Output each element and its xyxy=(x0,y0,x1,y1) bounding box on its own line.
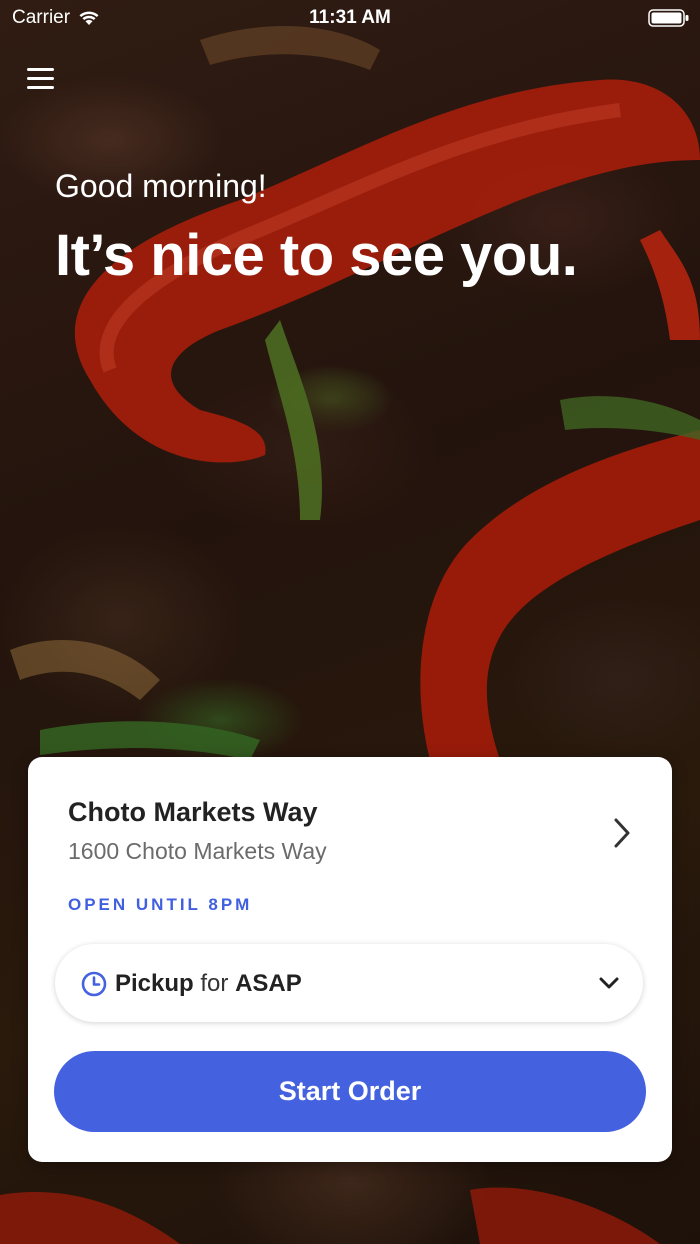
status-time: 11:31 AM xyxy=(309,7,391,28)
pickup-connector: for xyxy=(200,970,229,997)
status-bar: Carrier 11:31 AM xyxy=(0,0,700,36)
store-name: Choto Markets Way xyxy=(68,797,318,827)
greeting-text: Good morning! xyxy=(55,168,267,204)
store-address: 1600 Choto Markets Way xyxy=(68,838,327,864)
pickup-summary: Pickup for ASAP xyxy=(115,970,302,998)
start-order-button[interactable]: Start Order xyxy=(54,1051,646,1132)
hamburger-menu-icon[interactable] xyxy=(26,66,56,92)
welcome-headline: It’s nice to see you. xyxy=(55,223,578,288)
pickup-time: ASAP xyxy=(235,970,302,997)
store-selector[interactable]: Choto Markets Way 1600 Choto Markets Way xyxy=(68,797,644,867)
store-card: Choto Markets Way 1600 Choto Markets Way… xyxy=(28,757,672,1162)
clock-icon xyxy=(81,971,107,997)
chevron-down-icon xyxy=(599,977,619,989)
chevron-right-icon[interactable] xyxy=(612,817,632,849)
open-status-label: OPEN UNTIL 8PM xyxy=(68,895,253,914)
battery-icon xyxy=(648,9,689,27)
pickup-mode: Pickup xyxy=(115,970,194,997)
pickup-time-selector[interactable]: Pickup for ASAP xyxy=(55,944,643,1022)
